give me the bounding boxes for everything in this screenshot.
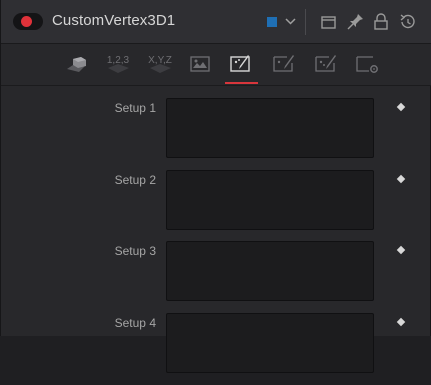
tab-brush-active[interactable] (227, 50, 257, 78)
xyz-icon: X,Y,Z (148, 55, 172, 73)
tab-numbers[interactable]: 1,2,3 (102, 50, 132, 78)
tab-settings[interactable] (353, 50, 383, 78)
setup-row: Setup 4 (1, 313, 431, 385)
color-swatch-icon[interactable] (265, 10, 305, 34)
keyframe-diamond-icon[interactable] (396, 317, 406, 327)
power-dot-icon (21, 16, 32, 27)
header-separator (305, 9, 306, 35)
pin-icon[interactable] (345, 10, 367, 34)
tab-xyz[interactable]: X,Y,Z (144, 50, 174, 78)
setup-row: Setup 1 (1, 98, 431, 170)
setup-row: Setup 3 (1, 241, 431, 313)
power-toggle[interactable] (13, 13, 43, 30)
setup-label: Setup 3 (114, 244, 156, 258)
keyframe-diamond-icon[interactable] (396, 245, 406, 255)
keyframe-diamond-icon[interactable] (396, 102, 406, 112)
tab-image[interactable] (187, 50, 217, 78)
color-swatch (267, 17, 277, 27)
inspector-panel: CustomVertex3D1 1,2,3 X,Y,Z Setup 1 Setu… (0, 0, 431, 373)
brush-icon-3 (315, 55, 336, 72)
brush-icon-2 (273, 55, 294, 72)
brush-icon (230, 55, 250, 72)
keyframe-diamond-icon[interactable] (396, 174, 406, 184)
inspector-tabs: 1,2,3 X,Y,Z (1, 44, 431, 86)
setup-label: Setup 4 (114, 316, 156, 330)
3d-cube-icon (67, 57, 86, 72)
image-icon (190, 56, 210, 72)
setup-label: Setup 2 (114, 173, 156, 187)
window-icon[interactable] (319, 10, 341, 34)
node-header: CustomVertex3D1 (1, 0, 431, 44)
lock-icon[interactable] (370, 10, 392, 34)
tab-brush-2[interactable] (270, 50, 300, 78)
setup-text-field[interactable] (166, 313, 374, 373)
numbers-icon: 1,2,3 (107, 55, 130, 73)
tab-brush-3[interactable] (312, 50, 342, 78)
setup-text-field[interactable] (166, 170, 374, 230)
setup-row: Setup 2 (1, 170, 431, 242)
setup-text-field[interactable] (166, 98, 374, 158)
reset-icon[interactable] (396, 10, 418, 34)
node-title: CustomVertex3D1 (52, 12, 176, 29)
setup-text-field[interactable] (166, 241, 374, 301)
chevron-down-icon[interactable] (285, 18, 296, 25)
tab-3d[interactable] (61, 50, 91, 78)
active-tab-indicator (225, 82, 258, 84)
setup-label: Setup 1 (114, 101, 156, 115)
settings-icon (356, 56, 378, 73)
